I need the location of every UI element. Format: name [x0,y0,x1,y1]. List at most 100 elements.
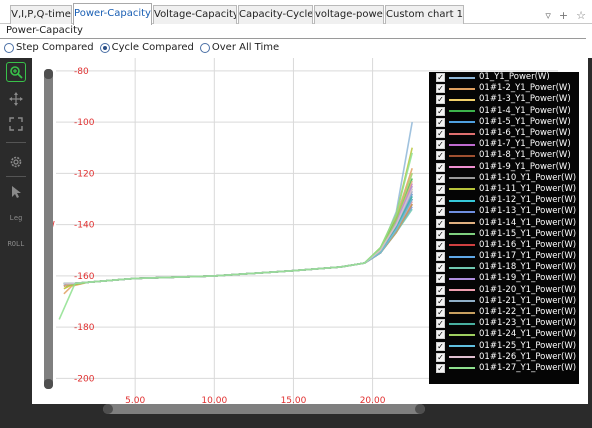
legend-item[interactable]: ✓ 01#1-20_Y1_Power(W) [429,285,579,296]
legend-item[interactable]: ✓ 01#1-10_Y1_Power(W) [429,173,579,184]
legend-label: 01#1-17_Y1_Power(W) [479,251,577,262]
legend-checkbox[interactable]: ✓ [436,173,445,183]
legend-item[interactable]: ✓ 01#1-12_Y1_Power(W) [429,195,579,206]
legend-toggle-button[interactable]: Leg [6,208,26,228]
legend-item[interactable]: ✓ 01#1-27_Y1_Power(W) [429,363,579,374]
legend-item[interactable]: ✓ 01#1-11_Y1_Power(W) [429,184,579,195]
legend-checkbox[interactable]: ✓ [436,252,445,262]
horizontal-scrollbar-left-handle[interactable] [103,404,113,414]
legend-item[interactable]: ✓ 01#1-2_Y1_Power(W) [429,83,579,94]
legend-label: 01_Y1_Power(W) [479,72,550,83]
legend-swatch [449,255,475,258]
radio-cycle-compared[interactable]: Cycle Compared [99,41,194,55]
legend-label: 01#1-2_Y1_Power(W) [479,83,571,94]
legend-swatch [449,98,475,101]
fit-to-view-icon[interactable] [6,114,26,134]
chart-legend: ✓ 01_Y1_Power(W) ✓ 01#1-2_Y1_Power(W) ✓ 01#1-… [429,72,579,384]
legend-item[interactable]: ✓ 01#1-22_Y1_Power(W) [429,307,579,318]
tab-capacity-cycle[interactable]: Capacity-Cycle [238,5,313,24]
legend-item[interactable]: ✓ 01#1-17_Y1_Power(W) [429,251,579,262]
legend-checkbox[interactable]: ✓ [436,196,445,206]
vertical-scrollbar[interactable] [44,69,53,389]
legend-label: 01#1-22_Y1_Power(W) [479,307,577,318]
legend-swatch [449,367,475,370]
legend-checkbox[interactable]: ✓ [436,229,445,239]
legend-label: 01#1-4_Y1_Power(W) [479,105,571,116]
tab-vipq-time[interactable]: V,I,P,Q-time [10,5,72,24]
legend-swatch [449,76,475,79]
horizontal-scrollbar-right-handle[interactable] [415,404,425,414]
star-icon[interactable]: ☆ [576,9,586,23]
legend-item[interactable]: ✓ 01#1-16_Y1_Power(W) [429,240,579,251]
legend-checkbox[interactable]: ✓ [436,95,445,105]
tab-custom-chart-1[interactable]: Custom chart 1 [385,5,464,24]
legend-item[interactable]: ✓ 01#1-7_Y1_Power(W) [429,139,579,150]
radio-over-all-time[interactable]: Over All Time [199,41,279,55]
legend-item[interactable]: ✓ 01#1-24_Y1_Power(W) [429,329,579,340]
legend-checkbox[interactable]: ✓ [436,184,445,194]
legend-checkbox[interactable]: ✓ [436,218,445,228]
legend-checkbox[interactable]: ✓ [436,73,445,83]
series-line-10 [63,201,413,285]
legend-item[interactable]: ✓ 01_Y1_Power(W) [429,72,579,83]
legend-checkbox[interactable]: ✓ [436,330,445,340]
legend-checkbox[interactable]: ✓ [436,319,445,329]
legend-item[interactable]: ✓ 01#1-6_Y1_Power(W) [429,128,579,139]
radio-step-compared-label: Step Compared [16,42,94,53]
legend-checkbox[interactable]: ✓ [436,240,445,250]
legend-item[interactable]: ✓ 01#1-5_Y1_Power(W) [429,117,579,128]
legend-item[interactable]: ✓ 01#1-25_Y1_Power(W) [429,341,579,352]
legend-item[interactable]: ✓ 01#1-19_Y1_Power(W) [429,273,579,284]
legend-checkbox[interactable]: ✓ [436,129,445,139]
legend-item[interactable]: ✓ 01#1-26_Y1_Power(W) [429,352,579,363]
legend-checkbox[interactable]: ✓ [436,140,445,150]
legend-checkbox[interactable]: ✓ [436,106,445,116]
legend-item[interactable]: ✓ 01#1-18_Y1_Power(W) [429,262,579,273]
legend-checkbox[interactable]: ✓ [436,352,445,362]
zoom-icon[interactable] [6,62,26,82]
radio-step-compared-dot[interactable] [4,43,14,53]
legend-checkbox[interactable]: ✓ [436,285,445,295]
legend-checkbox[interactable]: ✓ [436,263,445,273]
pan-icon[interactable] [6,89,26,109]
vertical-scrollbar-top-handle[interactable] [44,69,53,79]
roll-button[interactable]: ROLL [6,234,26,254]
legend-checkbox[interactable]: ✓ [436,84,445,94]
legend-item[interactable]: ✓ 01#1-13_Y1_Power(W) [429,206,579,217]
filter-icon[interactable]: ▿ [545,9,551,23]
legend-checkbox[interactable]: ✓ [436,341,445,351]
legend-label: 01#1-5_Y1_Power(W) [479,116,571,127]
legend-item[interactable]: ✓ 01#1-4_Y1_Power(W) [429,106,579,117]
legend-item[interactable]: ✓ 01#1-21_Y1_Power(W) [429,296,579,307]
y-tick-label: -100 [74,118,95,128]
legend-checkbox[interactable]: ✓ [436,274,445,284]
legend-label: 01#1-3_Y1_Power(W) [479,94,571,105]
pointer-icon[interactable] [6,182,26,202]
legend-label: 01#1-12_Y1_Power(W) [479,195,577,206]
series-line-9 [63,190,413,285]
legend-checkbox[interactable]: ✓ [436,117,445,127]
tab-voltage-power[interactable]: voltage-power [314,5,384,24]
radio-step-compared[interactable]: Step Compared [4,41,94,55]
legend-checkbox[interactable]: ✓ [436,207,445,217]
horizontal-scrollbar[interactable] [103,404,425,414]
legend-checkbox[interactable]: ✓ [436,308,445,318]
legend-item[interactable]: ✓ 01#1-8_Y1_Power(W) [429,150,579,161]
legend-checkbox[interactable]: ✓ [436,162,445,172]
legend-item[interactable]: ✓ 01#1-9_Y1_Power(W) [429,162,579,173]
tab-voltage-capacity[interactable]: Voltage-Capacity [153,5,237,24]
legend-checkbox[interactable]: ✓ [436,363,445,373]
add-tab-icon[interactable]: + [559,9,568,23]
legend-item[interactable]: ✓ 01#1-15_Y1_Power(W) [429,229,579,240]
legend-item[interactable]: ✓ 01#1-23_Y1_Power(W) [429,318,579,329]
radio-over-all-time-dot[interactable] [199,43,210,53]
vertical-scrollbar-bottom-handle[interactable] [44,379,53,389]
legend-checkbox[interactable]: ✓ [436,151,445,161]
series-line-19 [63,185,413,285]
settings-gear-icon[interactable] [6,152,26,172]
radio-cycle-compared-dot[interactable] [99,43,110,53]
tab-power-capacity[interactable]: Power-Capacity [73,3,152,25]
legend-item[interactable]: ✓ 01#1-14_Y1_Power(W) [429,217,579,228]
legend-item[interactable]: ✓ 01#1-3_Y1_Power(W) [429,94,579,105]
legend-checkbox[interactable]: ✓ [436,296,445,306]
